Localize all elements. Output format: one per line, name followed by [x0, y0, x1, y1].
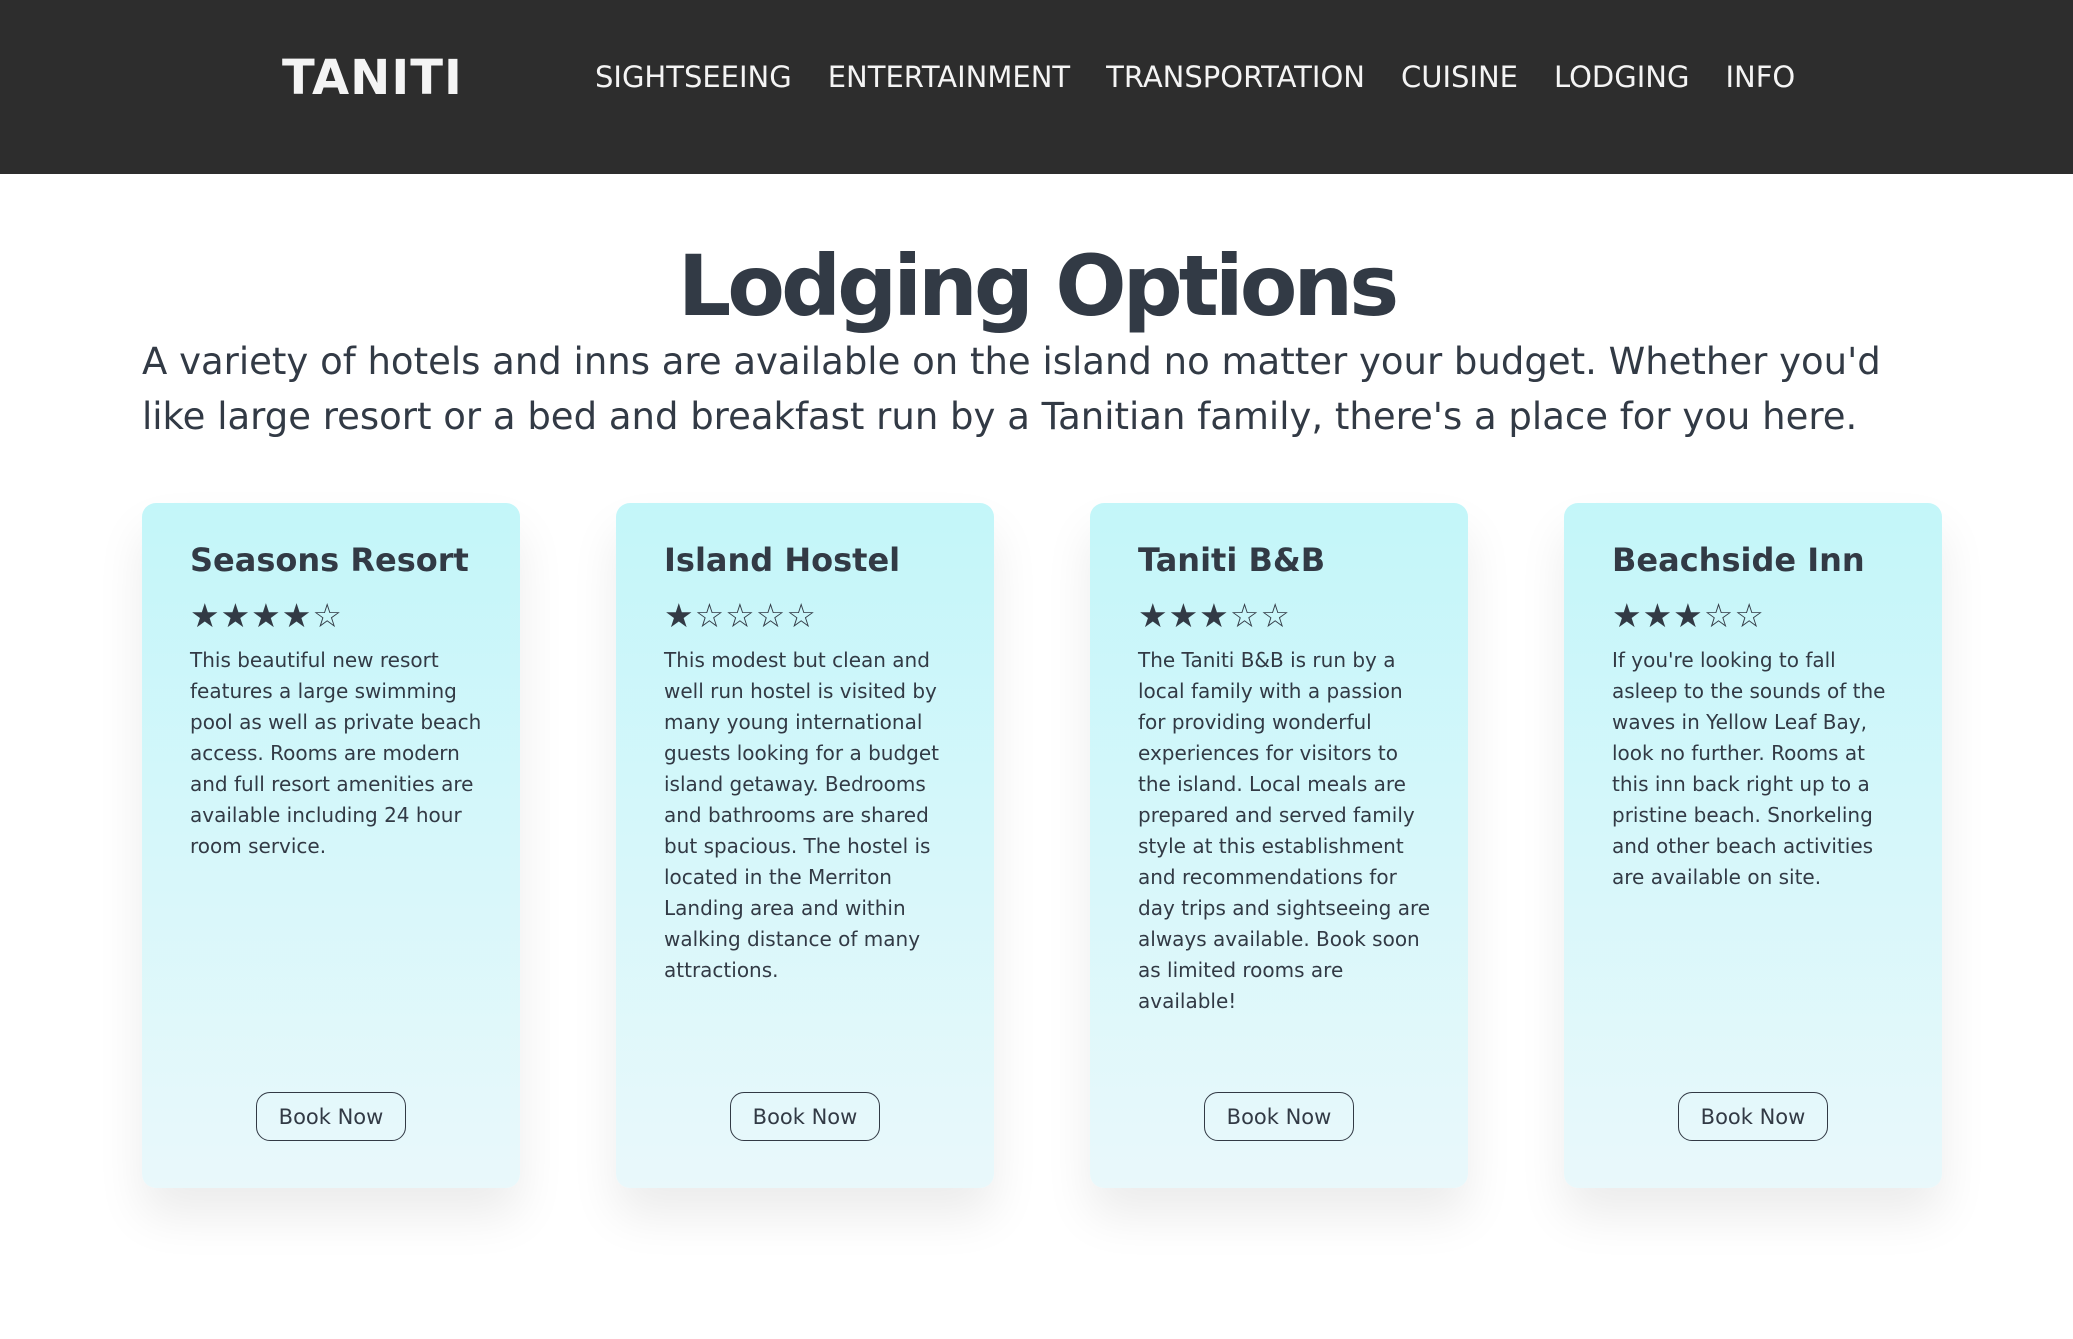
- nav-link-info[interactable]: INFO: [1725, 56, 1795, 98]
- brand-logo[interactable]: TANITI: [282, 48, 463, 108]
- card-title: Taniti B&B: [1138, 541, 1326, 579]
- page-title: Lodging Options: [677, 237, 1399, 335]
- card-description: If you're looking to fall asleep to the …: [1612, 648, 1886, 889]
- card-title: Island Hostel: [664, 541, 901, 579]
- star-rating: ★☆☆☆☆: [664, 596, 817, 635]
- lodging-card-seasons-resort: Seasons Resort ★★★★☆ This beautiful new …: [142, 503, 520, 1188]
- book-now-button[interactable]: Book Now: [256, 1092, 406, 1141]
- star-rating: ★★★☆☆: [1138, 596, 1291, 635]
- nav-link-transportation[interactable]: TRANSPORTATION: [1106, 56, 1365, 98]
- lodging-card-beachside-inn: Beachside Inn ★★★☆☆ If you're looking to…: [1564, 503, 1942, 1188]
- book-now-button[interactable]: Book Now: [730, 1092, 880, 1141]
- nav-link-entertainment[interactable]: ENTERTAINMENT: [828, 56, 1070, 98]
- lodging-card-island-hostel: Island Hostel ★☆☆☆☆ This modest but clea…: [616, 503, 994, 1188]
- lodging-card-taniti-bnb: Taniti B&B ★★★☆☆ The Taniti B&B is run b…: [1090, 503, 1468, 1188]
- card-title: Seasons Resort: [190, 541, 469, 579]
- book-now-button[interactable]: Book Now: [1678, 1092, 1828, 1141]
- book-now-button[interactable]: Book Now: [1204, 1092, 1354, 1141]
- lodging-cards: Seasons Resort ★★★★☆ This beautiful new …: [142, 503, 1942, 1188]
- star-rating: ★★★☆☆: [1612, 596, 1765, 635]
- nav-link-cuisine[interactable]: CUISINE: [1401, 56, 1518, 98]
- card-description: This beautiful new resort features a lar…: [190, 648, 482, 858]
- card-description: This modest but clean and well run hoste…: [664, 648, 939, 982]
- intro-paragraph: A variety of hotels and inns are availab…: [142, 340, 1881, 438]
- main-nav: SIGHTSEEING ENTERTAINMENT TRANSPORTATION…: [595, 56, 1795, 98]
- top-navbar: TANITI SIGHTSEEING ENTERTAINMENT TRANSPO…: [0, 0, 2073, 174]
- card-description: The Taniti B&B is run by a local family …: [1138, 648, 1431, 1013]
- card-title: Beachside Inn: [1612, 541, 1865, 579]
- nav-link-sightseeing[interactable]: SIGHTSEEING: [595, 56, 792, 98]
- nav-link-lodging[interactable]: LODGING: [1554, 56, 1689, 98]
- star-rating: ★★★★☆: [190, 596, 343, 635]
